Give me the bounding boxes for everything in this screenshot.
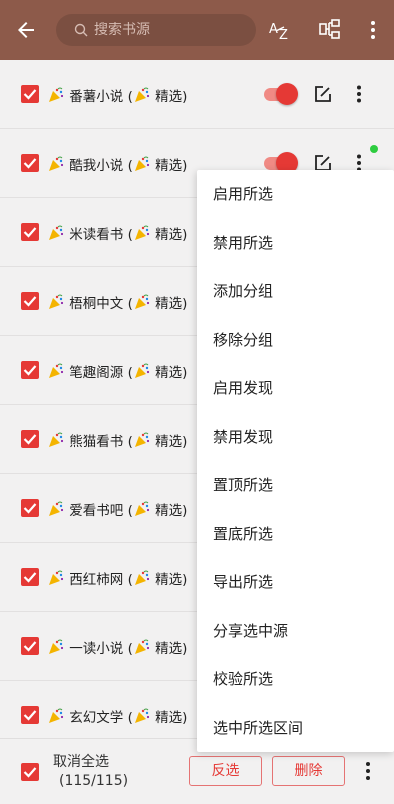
source-name: 番薯小说 ( 精选) xyxy=(47,85,187,105)
party-popper-icon xyxy=(134,363,149,378)
source-title: 番薯小说 xyxy=(69,89,124,105)
source-checkbox[interactable] xyxy=(21,85,39,103)
enable-toggle[interactable] xyxy=(264,83,298,105)
source-checkbox[interactable] xyxy=(21,568,39,586)
party-popper-icon xyxy=(134,501,149,516)
delete-button[interactable]: 删除 xyxy=(272,756,345,786)
party-popper-icon xyxy=(49,501,64,516)
party-popper-icon xyxy=(49,87,64,102)
source-tag: 精选 xyxy=(155,227,183,243)
source-title: 一读小说 xyxy=(69,641,124,657)
menu-item[interactable]: 启用发现 xyxy=(197,364,394,412)
party-popper-icon xyxy=(134,156,149,171)
source-checkbox[interactable] xyxy=(21,430,39,448)
source-title: 玄幻文学 xyxy=(69,710,124,726)
source-checkbox[interactable] xyxy=(21,154,39,172)
menu-item[interactable]: 选中所选区间 xyxy=(197,704,394,752)
source-tag: 精选 xyxy=(155,158,183,174)
party-popper-icon xyxy=(49,294,64,309)
menu-item[interactable]: 禁用发现 xyxy=(197,413,394,461)
source-tag: 精选 xyxy=(155,296,183,312)
source-tag: 精选 xyxy=(155,89,183,105)
source-title: 酷我小说 xyxy=(69,158,124,174)
party-popper-icon xyxy=(134,432,149,447)
source-name: 笔趣阁源 ( 精选) xyxy=(47,361,187,381)
source-title: 爱看书吧 xyxy=(69,503,124,519)
more-vert-icon[interactable] xyxy=(361,18,385,42)
sort-az-icon[interactable]: A Z xyxy=(268,18,292,42)
party-popper-icon xyxy=(134,570,149,585)
menu-item[interactable]: 分享选中源 xyxy=(197,607,394,655)
svg-text:Z: Z xyxy=(279,28,288,42)
party-popper-icon xyxy=(134,87,149,102)
source-checkbox[interactable] xyxy=(21,223,39,241)
invert-selection-button[interactable]: 反选 xyxy=(189,756,262,786)
source-name: 酷我小说 ( 精选) xyxy=(47,154,187,174)
source-name: 玄幻文学 ( 精选) xyxy=(47,706,187,726)
menu-item[interactable]: 置底所选 xyxy=(197,510,394,558)
source-tag: 精选 xyxy=(155,641,183,657)
party-popper-icon xyxy=(134,639,149,654)
party-popper-icon xyxy=(49,639,64,654)
source-title: 西红柿网 xyxy=(69,572,124,588)
group-icon[interactable] xyxy=(318,18,342,42)
source-tag: 精选 xyxy=(155,710,183,726)
menu-item[interactable]: 移除分组 xyxy=(197,316,394,364)
menu-item[interactable]: 添加分组 xyxy=(197,267,394,315)
menu-item[interactable]: 禁用所选 xyxy=(197,219,394,267)
source-name: 一读小说 ( 精选) xyxy=(47,637,187,657)
party-popper-icon xyxy=(134,294,149,309)
cancel-all-text: 取消全选 xyxy=(53,754,109,770)
source-checkbox[interactable] xyxy=(21,499,39,517)
source-tag: 精选 xyxy=(155,365,183,381)
arrow-left-icon[interactable] xyxy=(14,18,38,42)
status-dot xyxy=(370,145,378,153)
more-vert-icon[interactable] xyxy=(352,85,366,103)
selection-popup-menu: 启用所选 禁用所选 添加分组 移除分组 启用发现 禁用发现 置顶所选 置底所选 导出所选 分享选中… xyxy=(197,170,394,752)
search-box[interactable] xyxy=(56,14,256,46)
party-popper-icon xyxy=(134,225,149,240)
source-title: 熊猫看书 xyxy=(69,434,124,450)
source-checkbox[interactable] xyxy=(21,292,39,310)
source-checkbox[interactable] xyxy=(21,706,39,724)
party-popper-icon xyxy=(134,708,149,723)
more-vert-icon[interactable] xyxy=(361,761,375,781)
menu-item[interactable]: 校验所选 xyxy=(197,655,394,703)
source-tag: 精选 xyxy=(155,503,183,519)
party-popper-icon xyxy=(49,432,64,447)
party-popper-icon xyxy=(49,156,64,171)
party-popper-icon xyxy=(49,363,64,378)
source-title: 梧桐中文 xyxy=(69,296,124,312)
select-all-label[interactable]: 取消全选 (115/115) xyxy=(53,753,128,791)
source-tag: 精选 xyxy=(155,434,183,450)
source-name: 熊猫看书 ( 精选) xyxy=(47,430,187,450)
svg-text:A: A xyxy=(269,22,278,37)
search-input[interactable] xyxy=(94,22,254,38)
menu-item[interactable]: 导出所选 xyxy=(197,558,394,606)
source-name: 西红柿网 ( 精选) xyxy=(47,568,187,588)
edit-icon[interactable] xyxy=(314,85,332,103)
party-popper-icon xyxy=(49,225,64,240)
source-tag: 精选 xyxy=(155,572,183,588)
top-app-bar: A Z xyxy=(0,0,394,60)
menu-item[interactable]: 启用所选 xyxy=(197,170,394,218)
source-checkbox[interactable] xyxy=(21,361,39,379)
source-title: 米读看书 xyxy=(69,227,124,243)
source-name: 梧桐中文 ( 精选) xyxy=(47,292,187,312)
selection-count: (115/115) xyxy=(59,773,129,789)
select-all-checkbox[interactable] xyxy=(21,763,39,781)
source-name: 米读看书 ( 精选) xyxy=(47,223,187,243)
search-icon xyxy=(74,23,88,37)
menu-item[interactable]: 置顶所选 xyxy=(197,461,394,509)
list-item[interactable]: 番薯小说 ( 精选) xyxy=(0,60,394,129)
party-popper-icon xyxy=(49,570,64,585)
source-name: 爱看书吧 ( 精选) xyxy=(47,499,187,519)
source-checkbox[interactable] xyxy=(21,637,39,655)
source-title: 笔趣阁源 xyxy=(69,365,124,381)
party-popper-icon xyxy=(49,708,64,723)
